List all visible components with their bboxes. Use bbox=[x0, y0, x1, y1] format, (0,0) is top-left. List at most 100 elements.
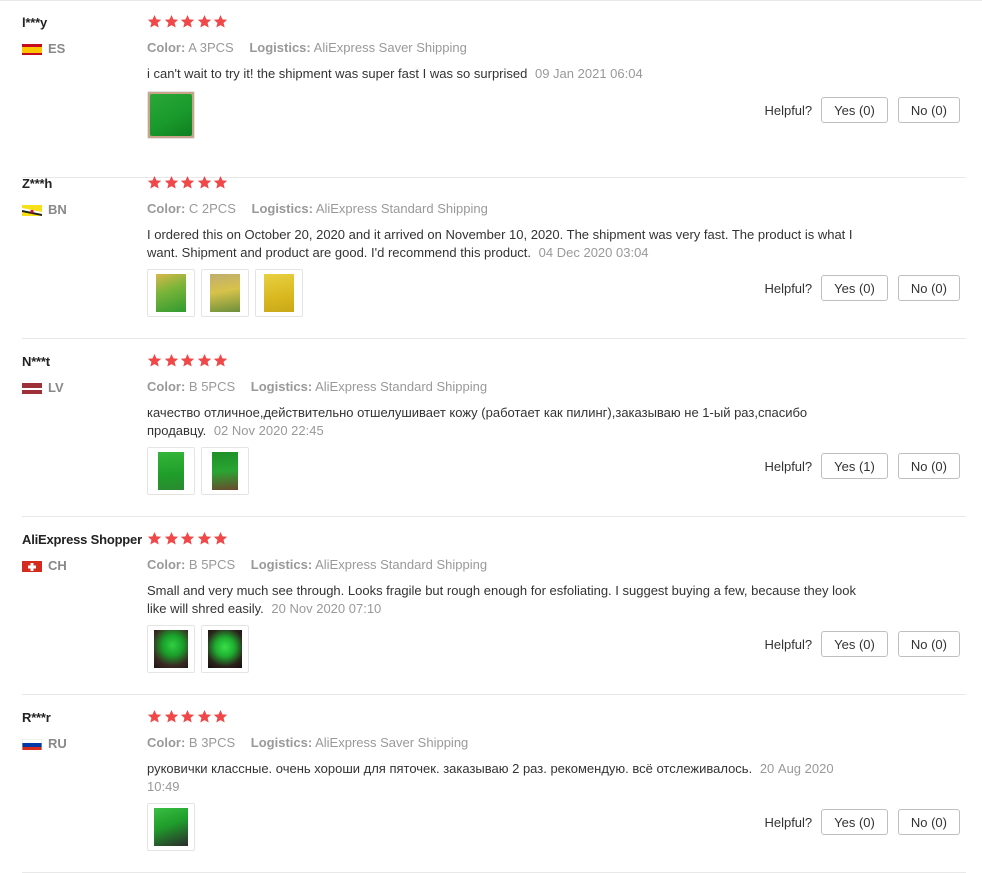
star-icon bbox=[147, 14, 162, 28]
helpful-yes-button[interactable]: Yes (1) bbox=[821, 453, 888, 479]
star-icon bbox=[147, 175, 162, 189]
reviewer-country: CH bbox=[22, 558, 67, 573]
star-icon bbox=[164, 14, 178, 28]
color-label: Color: bbox=[147, 201, 186, 216]
review-text: Small and very much see through. Looks f… bbox=[147, 582, 862, 618]
review-meta: Color: B 5PCS Logistics: AliExpress Stan… bbox=[147, 557, 499, 572]
review-photo[interactable] bbox=[147, 625, 195, 673]
spain-flag-icon bbox=[22, 43, 42, 55]
review-photo[interactable] bbox=[147, 803, 195, 851]
logistics-label: Logistics: bbox=[250, 379, 313, 394]
reviewer-country: RU bbox=[22, 736, 67, 751]
review-text: качество отличное,действительно отшелуши… bbox=[147, 404, 862, 440]
star-icon bbox=[197, 353, 211, 367]
review-text: руковички классные. очень хороши для пят… bbox=[147, 760, 862, 796]
review-item: l***y ES Color: A 3PCS Logistics: AliExp… bbox=[22, 0, 966, 178]
color-value: C 2PCS bbox=[188, 201, 236, 216]
review-photo[interactable] bbox=[147, 269, 195, 317]
star-icon bbox=[147, 353, 162, 367]
review-photo[interactable] bbox=[201, 447, 249, 495]
helpful-yes-button[interactable]: Yes (0) bbox=[821, 809, 888, 835]
star-rating bbox=[147, 353, 230, 368]
star-icon bbox=[181, 14, 195, 28]
star-rating bbox=[147, 531, 230, 546]
review-photos bbox=[147, 91, 201, 139]
color-value: B 3PCS bbox=[188, 735, 236, 750]
reviewer-name: AliExpress Shopper bbox=[22, 532, 142, 547]
star-icon bbox=[181, 175, 195, 189]
country-code: RU bbox=[48, 736, 67, 751]
star-rating bbox=[147, 175, 230, 190]
helpful-yes-button[interactable]: Yes (0) bbox=[821, 631, 888, 657]
review-photo[interactable] bbox=[147, 91, 195, 139]
helpful-no-button[interactable]: No (0) bbox=[897, 275, 960, 301]
review-date: 09 Jan 2021 06:04 bbox=[534, 66, 643, 81]
logistics-label: Logistics: bbox=[251, 201, 313, 216]
star-icon bbox=[147, 531, 162, 545]
review-photos bbox=[147, 803, 201, 851]
review-photo[interactable] bbox=[255, 269, 303, 317]
review-photo[interactable] bbox=[201, 625, 249, 673]
star-icon bbox=[214, 531, 228, 545]
star-icon bbox=[197, 531, 211, 545]
color-label: Color: bbox=[147, 557, 186, 572]
helpful-no-button[interactable]: No (0) bbox=[897, 453, 960, 479]
helpful-vote: Helpful? Yes (0) No (0) bbox=[764, 809, 960, 835]
reviewer-name: R***r bbox=[22, 710, 51, 725]
logistics-label: Logistics: bbox=[249, 40, 311, 55]
reviewer-country: BN bbox=[22, 202, 67, 217]
review-photos bbox=[147, 447, 255, 495]
review-meta: Color: B 5PCS Logistics: AliExpress Stan… bbox=[147, 379, 499, 394]
review-meta: Color: C 2PCS Logistics: AliExpress Stan… bbox=[147, 201, 500, 216]
review-item: AliExpress Shopper CH Color: B 5PCS Logi… bbox=[22, 517, 966, 695]
star-rating bbox=[147, 14, 230, 29]
review-content: Small and very much see through. Looks f… bbox=[147, 583, 856, 616]
switzerland-flag-icon bbox=[22, 560, 42, 572]
helpful-no-button[interactable]: No (0) bbox=[897, 631, 960, 657]
review-photos bbox=[147, 625, 255, 673]
helpful-no-button[interactable]: No (0) bbox=[897, 809, 960, 835]
star-icon bbox=[164, 531, 178, 545]
logistics-label: Logistics: bbox=[250, 735, 313, 750]
review-content: i can't wait to try it! the shipment was… bbox=[147, 66, 528, 81]
reviewer-country: ES bbox=[22, 41, 65, 56]
russia-flag-icon bbox=[22, 738, 42, 750]
star-icon bbox=[214, 709, 228, 723]
star-icon bbox=[197, 14, 211, 28]
star-icon bbox=[164, 175, 178, 189]
reviewer-name: l***y bbox=[22, 15, 48, 30]
helpful-no-button[interactable]: No (0) bbox=[897, 97, 960, 123]
star-icon bbox=[181, 353, 195, 367]
logistics-value: AliExpress Standard Shipping bbox=[315, 557, 488, 572]
review-meta: Color: A 3PCS Logistics: AliExpress Save… bbox=[147, 40, 479, 55]
review-item: Z***h BN Color: C 2PCS Logistics: AliExp… bbox=[22, 161, 966, 339]
star-icon bbox=[147, 709, 162, 723]
star-rating bbox=[147, 709, 230, 724]
reviewer-name: Z***h bbox=[22, 176, 53, 191]
logistics-value: AliExpress Saver Shipping bbox=[313, 40, 467, 55]
review-item: R***r RU Color: B 3PCS Logistics: AliExp… bbox=[22, 695, 966, 873]
review-date: 02 Nov 2020 22:45 bbox=[213, 423, 324, 438]
star-icon bbox=[181, 709, 195, 723]
review-item: N***t LV Color: B 5PCS Logistics: AliExp… bbox=[22, 339, 966, 517]
color-label: Color: bbox=[147, 735, 186, 750]
review-photo[interactable] bbox=[201, 269, 249, 317]
country-code: ES bbox=[48, 41, 66, 56]
review-photos bbox=[147, 269, 309, 317]
review-date: 04 Dec 2020 03:04 bbox=[538, 245, 649, 260]
star-icon bbox=[197, 709, 211, 723]
helpful-vote: Helpful? Yes (0) No (0) bbox=[764, 275, 960, 301]
star-icon bbox=[164, 353, 178, 367]
helpful-vote: Helpful? Yes (0) No (0) bbox=[764, 631, 960, 657]
review-photo[interactable] bbox=[147, 447, 195, 495]
star-icon bbox=[214, 175, 228, 189]
country-code: LV bbox=[48, 380, 64, 395]
helpful-yes-button[interactable]: Yes (0) bbox=[821, 275, 888, 301]
color-value: B 5PCS bbox=[188, 557, 236, 572]
review-date: 20 Nov 2020 07:10 bbox=[271, 601, 382, 616]
helpful-label: Helpful? bbox=[764, 458, 813, 474]
helpful-label: Helpful? bbox=[764, 280, 813, 296]
helpful-yes-button[interactable]: Yes (0) bbox=[821, 97, 888, 123]
star-icon bbox=[164, 709, 178, 723]
star-icon bbox=[214, 353, 228, 367]
